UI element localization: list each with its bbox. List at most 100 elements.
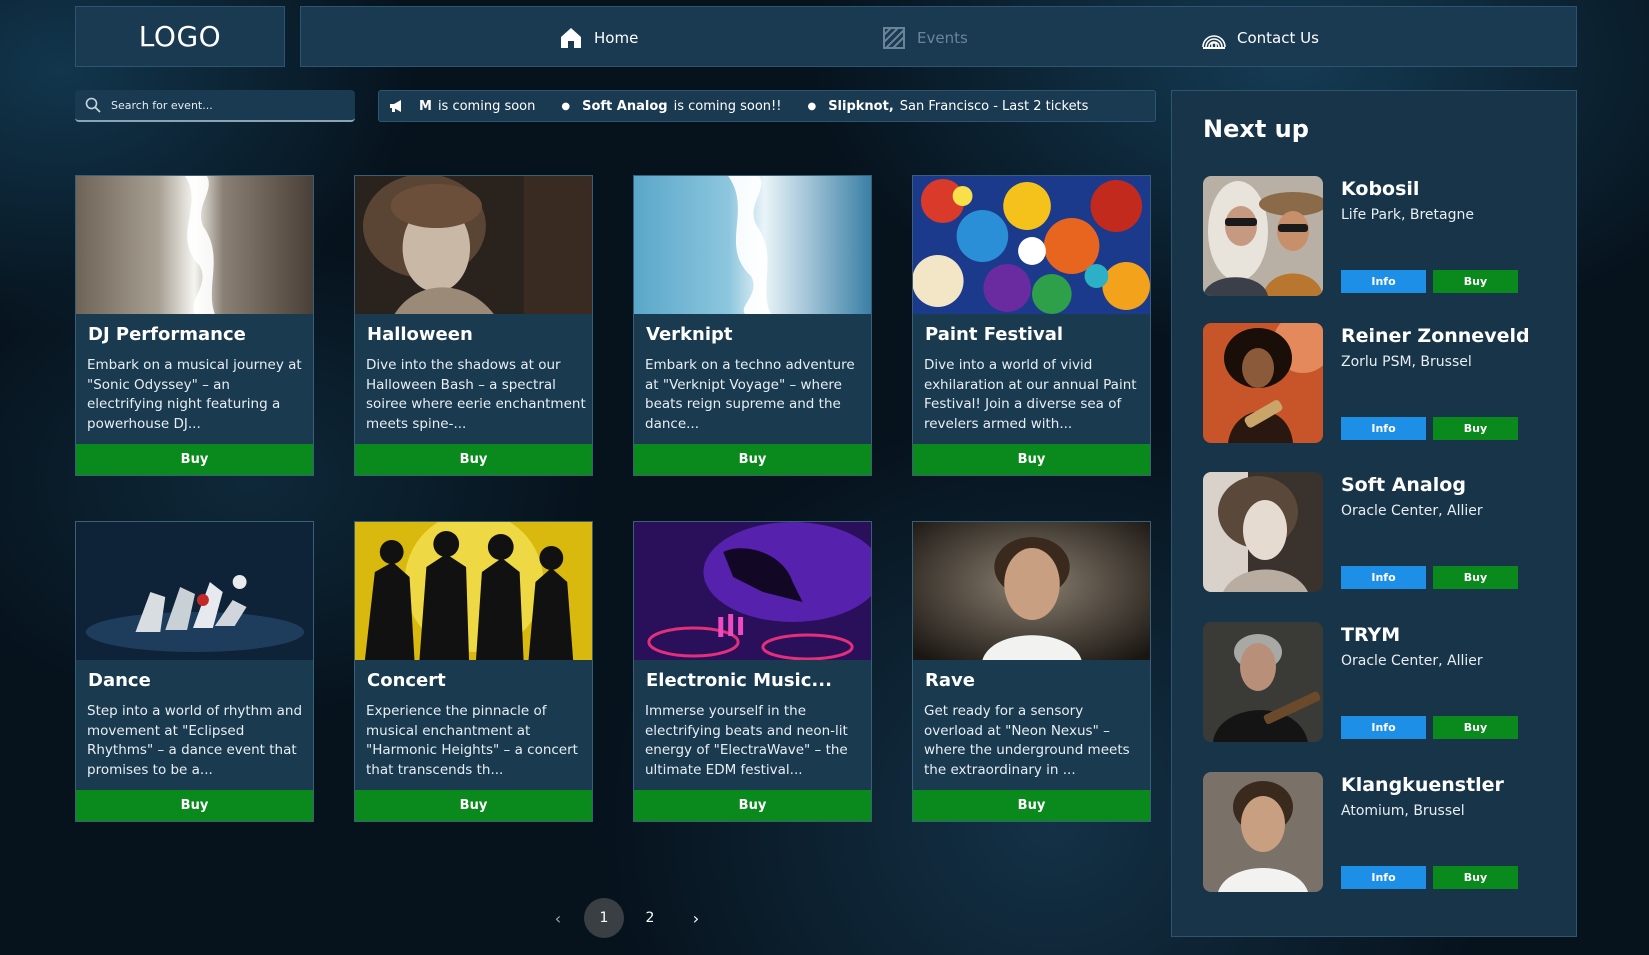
event-description: Get ready for a sensory overload at "Neo… [924,703,1130,778]
info-button[interactable]: Info [1341,716,1426,739]
page-number: 1 [584,898,624,938]
event-title: Dance [88,670,151,691]
next-up-item: Reiner Zonneveld Zorlu PSM, Brussel Info… [1203,323,1563,443]
artist-name: Klangkuenstler [1341,774,1504,796]
artist-name: TRYM [1341,624,1401,646]
search-input[interactable] [111,98,341,112]
logo-text: LOGO [138,20,222,53]
artist-location: Life Park, Bretagne [1341,207,1474,223]
next-up-item: Klangkuenstler Atomium, Brussel Info Buy [1203,772,1563,892]
event-description: Immerse yourself in the electrifying bea… [645,703,848,778]
event-image [913,176,1150,314]
event-title: Paint Festival [925,324,1064,345]
news-ticker: Mis coming soon ● Soft Analog is coming s… [378,90,1156,122]
event-description: Dive into the shadows at our Halloween B… [366,357,586,432]
event-description: Step into a world of rhythm and movement… [87,703,303,778]
event-card[interactable]: Electronic Music... Immerse yourself in … [633,521,872,822]
sidebar-title: Next up [1203,115,1309,143]
event-card[interactable]: Dance Step into a world of rhythm and mo… [75,521,314,822]
logo[interactable]: LOGO [75,6,285,67]
nav-home[interactable]: Home [558,7,638,68]
event-title: Verknipt [646,324,733,345]
info-button[interactable]: Info [1341,270,1426,293]
event-title: Halloween [367,324,473,345]
nav-events-label: Events [917,28,968,47]
event-title: Rave [925,670,975,691]
page-button-1[interactable]: 1 [581,898,627,938]
buy-button[interactable]: Buy [913,444,1150,475]
ticker-entry-text: is coming soon [437,98,536,114]
prev-page-button[interactable]: ‹ [535,898,581,938]
event-description: Embark on a musical journey at "Sonic Od… [87,357,302,432]
buy-button[interactable]: Buy [913,790,1150,821]
artist-name: Reiner Zonneveld [1341,325,1530,347]
ticker-entry-name: Soft Analog [582,98,668,114]
buy-button[interactable]: Buy [355,444,592,475]
event-card[interactable]: Verknipt Embark on a techno adventure at… [633,175,872,476]
buy-button[interactable]: Buy [1433,566,1518,589]
next-up-sidebar: Next up Kobosil Life Park, Bretagne Info… [1171,90,1577,937]
buy-button[interactable]: Buy [1433,270,1518,293]
home-icon [561,27,581,48]
event-description: Embark on a techno adventure at "Verknip… [645,357,855,432]
next-up-item: Kobosil Life Park, Bretagne Info Buy [1203,176,1563,296]
ticker-entry-text: is coming soon!! [673,98,782,114]
artist-photo[interactable] [1203,176,1323,296]
nav-contact[interactable]: Contact Us [1201,7,1319,68]
ticker-fade [1115,91,1155,121]
artist-name: Soft Analog [1341,474,1466,496]
main-nav: Home Events Contact Us [300,6,1577,67]
event-title: Electronic Music... [646,670,832,691]
buy-button[interactable]: Buy [355,790,592,821]
artist-location: Zorlu PSM, Brussel [1341,354,1472,370]
info-button[interactable]: Info [1341,566,1426,589]
ticker-entry[interactable]: Mis coming soon [419,99,535,114]
event-card[interactable]: Halloween Dive into the shadows at our H… [354,175,593,476]
buy-button[interactable]: Buy [1433,866,1518,889]
buy-button[interactable]: Buy [1433,417,1518,440]
ticker-entry[interactable]: Slipknot, San Francisco - Last 2 tickets [828,99,1088,114]
event-image [355,176,592,314]
chevron-right-icon: › [692,908,700,928]
event-card[interactable]: DJ Performance Embark on a musical journ… [75,175,314,476]
next-up-item: TRYM Oracle Center, Allier Info Buy [1203,622,1563,742]
event-card[interactable]: Rave Get ready for a sensory overload at… [912,521,1151,822]
event-title: DJ Performance [88,324,246,345]
event-card[interactable]: Concert Experience the pinnacle of music… [354,521,593,822]
contact-icon [1202,34,1226,49]
nav-home-label: Home [594,28,639,47]
buy-button[interactable]: Buy [76,790,313,821]
info-button[interactable]: Info [1341,417,1426,440]
ticker-entry[interactable]: Soft Analog is coming soon!! [582,99,781,114]
artist-photo[interactable] [1203,772,1323,892]
page-button-2[interactable]: 2 [627,898,673,938]
event-description: Dive into a world of vivid exhilaration … [924,357,1137,432]
artist-location: Atomium, Brussel [1341,803,1465,819]
next-page-button[interactable]: › [673,898,719,938]
info-button[interactable]: Info [1341,866,1426,889]
search-box [75,90,355,122]
artist-photo[interactable] [1203,622,1323,742]
artist-photo[interactable] [1203,323,1323,443]
event-image [76,176,313,314]
megaphone-icon [390,100,401,112]
artist-location: Oracle Center, Allier [1341,503,1483,519]
chevron-left-icon: ‹ [554,908,562,928]
buy-button[interactable]: Buy [1433,716,1518,739]
event-image [355,522,592,660]
page-number: 2 [645,910,655,926]
event-title: Concert [367,670,446,691]
event-image [634,522,871,660]
events-icon [883,26,905,49]
buy-button[interactable]: Buy [634,444,871,475]
event-card[interactable]: Paint Festival Dive into a world of vivi… [912,175,1151,476]
nav-contact-label: Contact Us [1237,28,1319,47]
artist-name: Kobosil [1341,178,1420,200]
buy-button[interactable]: Buy [634,790,871,821]
ticker-entry-text: San Francisco - Last 2 tickets [899,98,1089,114]
ticker-separator: ● [561,100,571,112]
event-image [76,522,313,660]
nav-events[interactable]: Events [881,7,968,68]
artist-photo[interactable] [1203,472,1323,592]
buy-button[interactable]: Buy [76,444,313,475]
